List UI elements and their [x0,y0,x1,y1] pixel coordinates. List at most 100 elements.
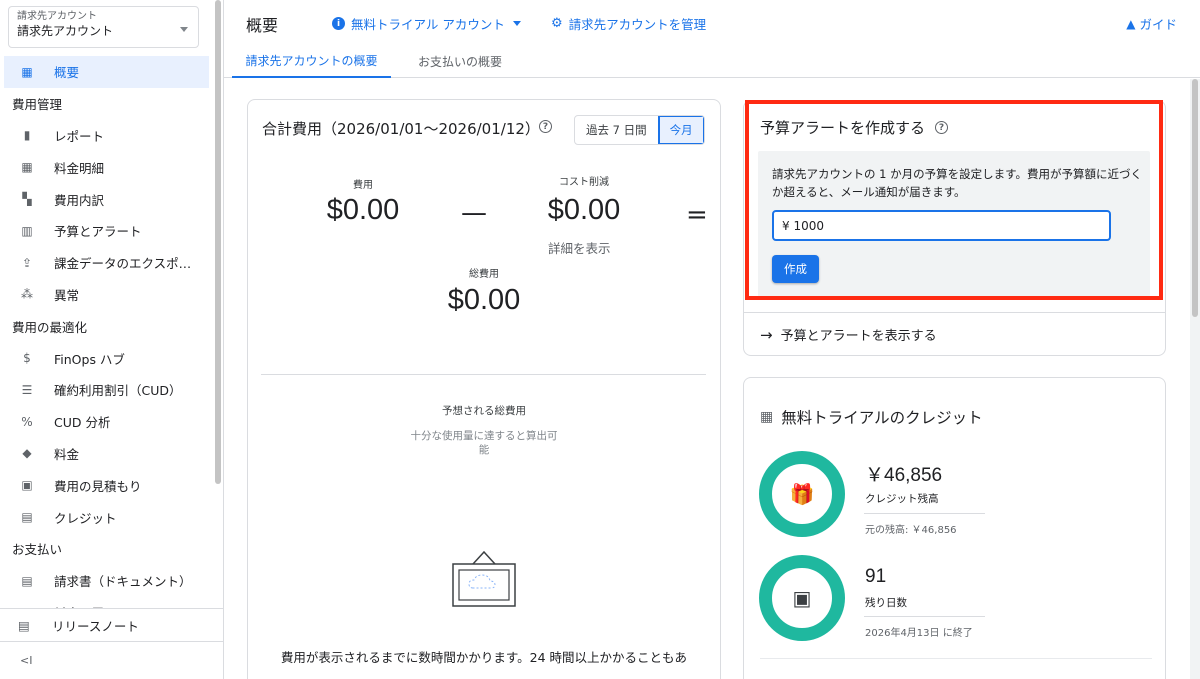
divider [864,513,985,514]
budget-icon: ▥ [21,223,33,238]
sidebar-item-label: 費用の見積もり [54,478,142,494]
release-notes-link[interactable]: ▤ リリースノート [0,609,223,641]
create-budget-button[interactable]: 作成 [772,255,819,283]
sidebar-item[interactable]: $ FinOps ハブ [0,342,214,374]
free-trial-credit-card: ▦ 無料トライアルのクレジット 🎁 ￥46,856 クレジット残高 元の残高: … [743,377,1166,679]
days-remaining-value: 91 [865,566,887,587]
billing-account-select[interactable]: 請求先アカウント 請求先アカウント [8,6,199,48]
guide-label: ガイド [1139,17,1177,32]
manage-billing-account-link[interactable]: ⚙ 請求先アカウントを管理 [551,14,706,33]
chevron-down-icon [512,21,521,26]
view-details-link[interactable]: 詳細を表示 [548,238,611,257]
sidebar-item-label: 異常 [54,287,80,303]
release-notes-icon: ▤ [18,617,30,633]
page-title: 概要 [246,16,279,35]
sidebar-scrollbar[interactable] [215,0,221,484]
sidebar-item[interactable]: ⇪ 課金データのエクスポ… [0,247,214,279]
sidebar-item[interactable]: ☰ 確約利用割引（CUD） [0,374,214,406]
help-icon[interactable]: ? [935,121,949,134]
billing-account-label: 請求先アカウント [17,11,97,22]
range-past-7-days-button[interactable]: 過去 7 日間 [575,116,658,144]
sidebar: 請求先アカウント 請求先アカウント ▦ 概要費用管理 ▮ レポート ▦ 料金明細 ▚ 費用内訳… [0,0,224,679]
sidebar-item-label: 請求書（ドキュメント） [54,574,192,590]
chevron-down-icon [180,27,188,32]
sidebar-item[interactable]: ▚ 費用内訳 [0,183,214,215]
school-icon: ▲ [1126,16,1136,31]
release-notes-label: リリースノート [52,618,139,634]
days-remaining-ring: ▣ [759,555,845,641]
savings-label: コスト削減 [559,177,609,188]
list-icon: ☰ [21,382,33,397]
projected-cost-note: 十分な使用量に達すると算出可能 [410,430,558,456]
sidebar-item[interactable]: ▣ 費用の見積もり [0,469,214,501]
original-balance: 元の残高: ￥46,856 [865,525,957,536]
credit-balance-value: ￥46,856 [865,465,943,486]
trial-end-date: 2026年4月13日 に終了 [865,628,973,639]
sidebar-item[interactable]: ▦ 概要 [4,56,209,88]
sidebar-footer: ▤ リリースノート <I [0,608,223,679]
sidebar-item-label: 費用内訳 [54,192,105,208]
dollar-icon: $ [23,351,31,366]
dashboard-icon: ▦ [21,64,33,79]
sidebar-item[interactable]: ▤料金の履歴 [0,597,214,608]
divider [744,312,1165,313]
cost-value: $0.00 [326,194,400,226]
sidebar-item[interactable]: ▦ 料金明細 [0,151,214,183]
divider [760,658,1152,659]
credit-balance-ring: 🎁 [759,451,845,537]
sidebar-item[interactable]: ▮ レポート [0,120,214,152]
budget-amount-input[interactable]: ¥ 1000 [772,210,1111,241]
help-icon[interactable]: ? [539,120,552,133]
breakdown-icon: ▚ [22,192,32,207]
manage-billing-label: 請求先アカウントを管理 [568,17,707,32]
gift-icon: ▦ [760,409,774,425]
credit-balance-label: クレジット残高 [865,493,939,505]
range-this-month-button[interactable]: 今月 [657,116,704,144]
minus-operator: — [461,198,487,228]
view-budgets-label: 予算とアラートを表示する [780,329,937,344]
page-scrollbar-thumb[interactable] [1192,79,1198,317]
sidebar-item[interactable]: ▥ 予算とアラート [0,215,214,247]
free-trial-account-menu[interactable]: i 無料トライアル アカウント [332,14,521,33]
total-cost-label: 総費用 [469,269,499,280]
percent-icon: % [21,414,33,429]
tab-billing-overview[interactable]: 請求先アカウントの概要 [232,45,391,78]
gear-icon: ⚙ [551,16,563,31]
budget-alert-card: 予算アラートを作成する ? 請求先アカウントの 1 か月の予算を設定します。費用… [743,100,1166,356]
page-scrollbar[interactable] [1190,79,1200,679]
sidebar-item-label: クレジット [54,510,117,526]
sidebar-item[interactable]: ◆ 料金 [0,438,214,470]
budget-form: 請求先アカウントの 1 か月の予算を設定します。費用が予算額に近づくか超えると、… [758,151,1150,297]
arrow-right-icon: → [760,325,773,344]
view-budgets-link[interactable]: → 予算とアラートを表示する [760,325,937,345]
total-cost-card: 合計費用（2026/01/01〜2026/01/12） ? 過去 7 日間 今月… [247,99,721,679]
guide-link[interactable]: ▲ ガイド [1126,14,1177,33]
divider [864,616,985,617]
sidebar-item-label: 予算とアラート [54,224,142,240]
budget-alert-title-text: 予算アラートを作成する [760,119,926,137]
divider [261,374,706,375]
calculator-icon: ▣ [21,478,33,493]
savings-value: $0.00 [547,194,621,226]
sidebar-item[interactable]: ▤ 請求書（ドキュメント） [0,565,214,597]
credit-title: ▦ 無料トライアルのクレジット [760,406,983,428]
tab-payment-overview[interactable]: お支払いの概要 [399,45,521,78]
sidebar-item[interactable]: ▤ クレジット [0,501,214,533]
sidebar-item[interactable]: % CUD 分析 [0,406,214,438]
sidebar-item[interactable]: ⁂ 異常 [0,279,214,311]
collapse-icon: <I [20,654,33,667]
collapse-sidebar-button[interactable]: <I [0,641,223,679]
gift-icon: ▤ [21,510,33,525]
sidebar-item-label: CUD 分析 [54,415,111,431]
tag-icon: ◆ [22,446,32,461]
budget-alert-title: 予算アラートを作成する ? [760,117,949,138]
sidebar-item-label: 概要 [54,65,80,81]
sidebar-nav: ▦ 概要費用管理 ▮ レポート ▦ 料金明細 ▚ 費用内訳 ▥ 予算とアラート ⇪ 課金データのエクス… [0,56,214,608]
top-bar: 概要 i 無料トライアル アカウント ⚙ 請求先アカウントを管理 ▲ ガイド [224,0,1200,45]
sidebar-item-label: 料金 [54,446,80,462]
gift-card-icon: 🎁 [789,482,815,506]
nav-section-header: 費用管理 [12,97,63,113]
days-remaining-label: 残り日数 [865,597,907,609]
nav-section-header: 費用の最適化 [12,319,88,335]
empty-state-frame-icon [452,550,516,607]
